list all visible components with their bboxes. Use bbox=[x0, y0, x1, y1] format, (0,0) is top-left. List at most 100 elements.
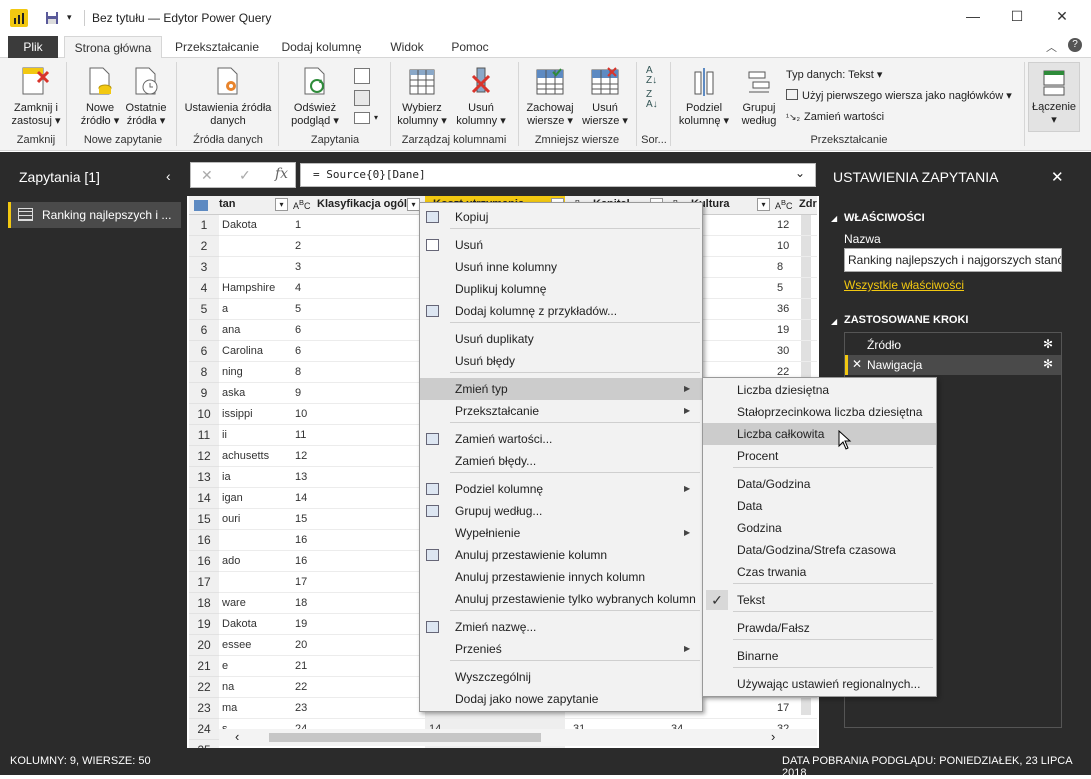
close-settings-icon[interactable]: ✕ bbox=[1051, 168, 1064, 186]
cell-zdrowie[interactable]: 12 bbox=[777, 215, 789, 236]
cell-state[interactable]: ma bbox=[222, 698, 237, 719]
row-number[interactable]: 20 bbox=[189, 635, 219, 656]
row-number[interactable]: 1 bbox=[189, 215, 219, 236]
row-number[interactable]: 23 bbox=[189, 698, 219, 719]
type-item-duration[interactable]: Czas trwania bbox=[703, 561, 936, 583]
cell-rank[interactable]: 13 bbox=[295, 467, 307, 488]
cell-rank[interactable]: 21 bbox=[295, 656, 307, 677]
data-type-dropdown[interactable]: Typ danych: Tekst ▾ bbox=[786, 68, 882, 81]
menu-item-replace-values[interactable]: Zamień wartości... bbox=[420, 428, 702, 450]
collapse-props-icon[interactable]: ◢ bbox=[831, 214, 837, 223]
filter-dropdown[interactable]: ▾ bbox=[275, 198, 288, 211]
menu-item-group-by[interactable]: Grupuj według... bbox=[420, 500, 702, 522]
cell-state[interactable]: igan bbox=[222, 488, 243, 509]
cell-rank[interactable]: 17 bbox=[295, 572, 307, 593]
type-item-decimal[interactable]: Liczba dziesiętna bbox=[703, 379, 936, 401]
cell-rank[interactable]: 18 bbox=[295, 593, 307, 614]
data-source-settings-button[interactable]: Ustawienia źródła danych bbox=[182, 66, 274, 128]
type-item-whole-number[interactable]: Liczba całkowita bbox=[703, 423, 936, 445]
properties-icon[interactable] bbox=[354, 68, 370, 84]
remove-rows-button[interactable]: Usuń wiersze ▾ bbox=[580, 66, 630, 128]
scroll-thumb[interactable] bbox=[269, 733, 541, 742]
cell-zdrowie[interactable]: 30 bbox=[777, 341, 789, 362]
row-number[interactable]: 17 bbox=[189, 572, 219, 593]
close-apply-button[interactable]: Zamknij i zastosuj ▾ bbox=[8, 66, 64, 128]
cancel-formula-icon[interactable]: ✕ bbox=[201, 167, 213, 184]
cell-state[interactable]: ware bbox=[222, 593, 246, 614]
maximize-button[interactable]: ☐ bbox=[1007, 8, 1027, 28]
row-number[interactable]: 6 bbox=[189, 320, 219, 341]
table-menu-icon[interactable] bbox=[194, 200, 208, 211]
cell-state[interactable]: essee bbox=[222, 635, 251, 656]
tab-plik[interactable]: Plik bbox=[8, 36, 58, 58]
cell-rank[interactable]: 5 bbox=[295, 299, 301, 320]
cell-rank[interactable]: 19 bbox=[295, 614, 307, 635]
menu-item-move[interactable]: Przenieś ▶ bbox=[420, 638, 702, 660]
menu-item-add-as-new-query[interactable]: Dodaj jako nowe zapytanie bbox=[420, 688, 702, 710]
cell-zdrowie[interactable]: 36 bbox=[777, 299, 789, 320]
refresh-preview-button[interactable]: Odśwież podgląd ▾ bbox=[284, 66, 346, 128]
row-number[interactable]: 15 bbox=[189, 509, 219, 530]
cell-state[interactable]: ado bbox=[222, 551, 240, 572]
cell-rank[interactable]: 9 bbox=[295, 383, 301, 404]
minimize-button[interactable]: — bbox=[963, 8, 983, 28]
cell-rank[interactable]: 6 bbox=[295, 341, 301, 362]
cell-zdrowie[interactable]: 8 bbox=[777, 257, 783, 278]
tab-strona-glowna[interactable]: Strona główna bbox=[64, 36, 162, 59]
formula-input[interactable]: = Source{0}[Dane] ⌄ bbox=[300, 163, 816, 187]
menu-item-transform[interactable]: Przekształcanie ▶ bbox=[420, 400, 702, 422]
combine-button[interactable]: Łączenie ▾ bbox=[1028, 62, 1080, 132]
cell-state[interactable]: ouri bbox=[222, 509, 240, 530]
col-header-klasyfikacja[interactable]: Klasyfikacja ogóln bbox=[317, 198, 414, 210]
type-item-percent[interactable]: Procent bbox=[703, 445, 936, 467]
row-number[interactable]: 2 bbox=[189, 236, 219, 257]
cell-rank[interactable]: 4 bbox=[295, 278, 301, 299]
cell-rank[interactable]: 23 bbox=[295, 698, 307, 719]
cell-rank[interactable]: 1 bbox=[295, 215, 301, 236]
cell-rank[interactable]: 12 bbox=[295, 446, 307, 467]
cell-zdrowie[interactable]: 5 bbox=[777, 278, 783, 299]
use-first-row-button[interactable]: Użyj pierwszego wiersza jako nagłówków ▾ bbox=[786, 89, 1012, 102]
type-item-date[interactable]: Data bbox=[703, 495, 936, 517]
row-number[interactable]: 24 bbox=[189, 719, 219, 740]
row-number[interactable]: 19 bbox=[189, 614, 219, 635]
menu-item-replace-errors[interactable]: Zamień błędy... bbox=[420, 450, 702, 472]
menu-item-add-column-from-examples[interactable]: Dodaj kolumnę z przykładów... bbox=[420, 300, 702, 322]
step-source[interactable]: Źródło ✻ bbox=[845, 335, 1061, 355]
type-item-datetimezone[interactable]: Data/Godzina/Strefa czasowa bbox=[703, 539, 936, 561]
menu-item-duplicate-column[interactable]: Duplikuj kolumnę bbox=[420, 278, 702, 300]
collapse-queries-icon[interactable]: ‹ bbox=[166, 168, 171, 184]
type-item-text[interactable]: ✓ Tekst bbox=[703, 589, 936, 611]
cell-state[interactable]: Hampshire bbox=[222, 278, 275, 299]
save-icon[interactable] bbox=[45, 11, 59, 25]
row-number[interactable]: 6 bbox=[189, 341, 219, 362]
cell-state[interactable]: ia bbox=[222, 467, 231, 488]
menu-item-remove-duplicates[interactable]: Usuń duplikaty bbox=[420, 328, 702, 350]
scroll-right-icon[interactable]: › bbox=[771, 729, 775, 744]
cell-zdrowie[interactable]: 19 bbox=[777, 320, 789, 341]
tab-pomoc[interactable]: Pomoc bbox=[443, 36, 497, 58]
cell-rank[interactable]: 3 bbox=[295, 257, 301, 278]
cell-state[interactable]: issippi bbox=[222, 404, 253, 425]
type-item-fixed-decimal[interactable]: Stałoprzecinkowa liczba dziesiętna bbox=[703, 401, 936, 423]
cell-state[interactable]: Dakota bbox=[222, 614, 257, 635]
cell-state[interactable]: Dakota bbox=[222, 215, 257, 236]
menu-item-copy[interactable]: Kopiuj bbox=[420, 206, 702, 228]
type-icon[interactable]: ABC bbox=[293, 198, 311, 211]
quick-access-dropdown-icon[interactable]: ▾ bbox=[67, 12, 72, 23]
row-number[interactable]: 22 bbox=[189, 677, 219, 698]
cell-rank[interactable]: 14 bbox=[295, 488, 307, 509]
cell-state[interactable]: aska bbox=[222, 383, 245, 404]
row-number[interactable]: 8 bbox=[189, 362, 219, 383]
cell-state[interactable]: ana bbox=[222, 320, 240, 341]
query-name-input[interactable]: Ranking najlepszych i najgorszych stanó bbox=[844, 248, 1062, 272]
new-source-button[interactable]: Nowe źródło ▾ bbox=[78, 66, 122, 128]
choose-columns-button[interactable]: Wybierz kolumny ▾ bbox=[394, 66, 450, 128]
tab-dodaj-kolumne[interactable]: Dodaj kolumnę bbox=[274, 36, 369, 58]
col-header-zdrowie[interactable]: Zdr bbox=[799, 198, 817, 210]
row-number[interactable]: 3 bbox=[189, 257, 219, 278]
filter-dropdown[interactable]: ▾ bbox=[757, 198, 770, 211]
expand-formula-icon[interactable]: ⌄ bbox=[795, 166, 805, 180]
cell-state[interactable]: ii bbox=[222, 425, 227, 446]
split-column-button[interactable]: Podziel kolumnę ▾ bbox=[676, 66, 732, 128]
